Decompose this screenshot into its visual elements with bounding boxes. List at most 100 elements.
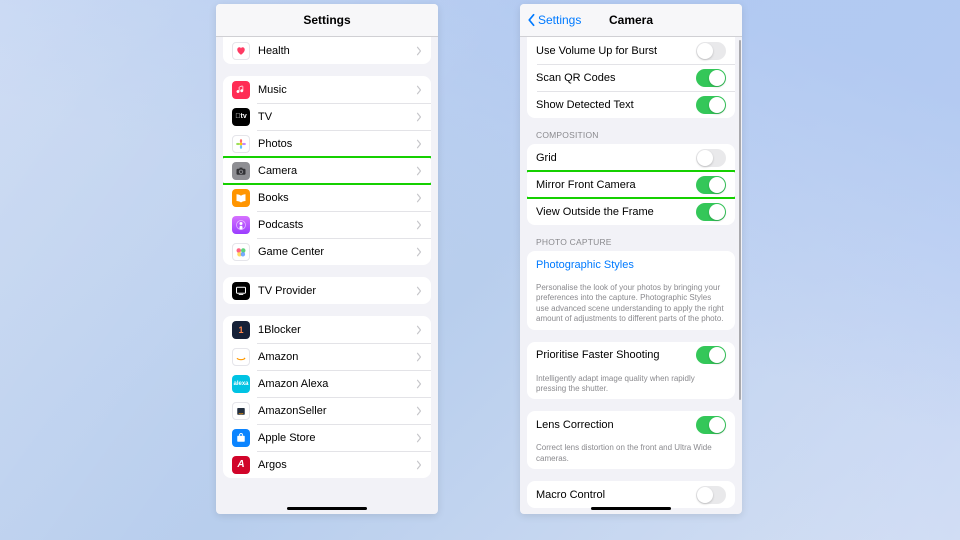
tv-icon: tv (232, 108, 250, 126)
row-label: Music (258, 84, 416, 96)
home-indicator[interactable] (287, 507, 367, 510)
scroll-track (739, 38, 741, 418)
row-macro[interactable]: Macro Control (527, 481, 735, 508)
volumeburst-toggle[interactable] (696, 42, 726, 60)
row-label: Camera (258, 165, 416, 177)
chevron-right-icon (416, 352, 422, 362)
navbar: Settings Camera (520, 4, 742, 37)
lenscorrect-toggle[interactable] (696, 416, 726, 434)
chevron-right-icon (416, 433, 422, 443)
chevron-right-icon (416, 247, 422, 257)
row-label: View Outside the Frame (536, 206, 696, 218)
row-gamecenter[interactable]: Game Center (223, 238, 431, 265)
row-label: Argos (258, 459, 416, 471)
settings-group: 11Blocker Amazon alexaAmazon Alexa AmazonSe… (223, 316, 431, 478)
settings-group: TV Provider (223, 277, 431, 304)
row-alexa[interactable]: alexaAmazon Alexa (223, 370, 431, 397)
row-amazon[interactable]: Amazon (223, 343, 431, 370)
row-outsideframe[interactable]: View Outside the Frame (527, 198, 735, 225)
chevron-right-icon (416, 220, 422, 230)
settings-group: Prioritise Faster Shooting Intelligently … (527, 342, 735, 400)
chevron-right-icon (416, 406, 422, 416)
row-label: Macro Control (536, 489, 696, 501)
row-mirror[interactable]: Mirror Front Camera (527, 171, 735, 198)
detectedtext-toggle[interactable] (696, 96, 726, 114)
row-detectedtext[interactable]: Show Detected Text (527, 91, 735, 118)
row-note: Intelligently adapt image quality when r… (527, 369, 735, 400)
nav-title: Camera (609, 13, 653, 27)
oneblocker-icon: 1 (232, 321, 250, 339)
row-label: Mirror Front Camera (536, 179, 696, 191)
row-camera[interactable]: Camera (223, 157, 431, 184)
row-label: AmazonSeller (258, 405, 416, 417)
argos-icon: A (232, 456, 250, 474)
chevron-right-icon (416, 139, 422, 149)
tvprovider-icon (232, 282, 250, 300)
chevron-right-icon (416, 325, 422, 335)
row-applestore[interactable]: Apple Store (223, 424, 431, 451)
row-label: TV (258, 111, 416, 123)
row-amazonseller[interactable]: AmazonSeller (223, 397, 431, 424)
chevron-right-icon (416, 193, 422, 203)
row-podcasts[interactable]: Podcasts (223, 211, 431, 238)
podcasts-icon (232, 216, 250, 234)
fastershoot-toggle[interactable] (696, 346, 726, 364)
row-lenscorrect[interactable]: Lens Correction (527, 411, 735, 438)
row-label: Amazon Alexa (258, 378, 416, 390)
scroll-thumb[interactable] (739, 40, 741, 400)
back-button[interactable]: Settings (526, 13, 581, 27)
books-icon (232, 189, 250, 207)
row-tvprovider[interactable]: TV Provider (223, 277, 431, 304)
applestore-icon (232, 429, 250, 447)
chevron-right-icon (416, 286, 422, 296)
settings-group: Health (223, 37, 431, 64)
row-music[interactable]: Music (223, 76, 431, 103)
row-photostyles[interactable]: Photographic Styles (527, 251, 735, 278)
row-fastershoot[interactable]: Prioritise Faster Shooting (527, 342, 735, 369)
health-icon (232, 42, 250, 60)
navbar: Settings (216, 4, 438, 37)
row-label: Prioritise Faster Shooting (536, 349, 696, 361)
row-label: Photographic Styles (536, 259, 726, 271)
camera-icon (232, 162, 250, 180)
macro-toggle[interactable] (696, 486, 726, 504)
back-label: Settings (538, 13, 581, 27)
settings-group: Music tv TV Photos Camera Books Podcasts Game … (223, 76, 431, 265)
settings-group: Photographic Styles Personalise the look … (527, 251, 735, 330)
chevron-left-icon (526, 13, 536, 27)
settings-list[interactable]: Health Music tv TV Photos Camera Books Podcast… (216, 37, 438, 514)
row-note: Personalise the look of your photos by b… (527, 278, 735, 330)
camera-settings-list[interactable]: Use Volume Up for Burst Scan QR Codes Show… (520, 37, 742, 514)
row-label: Game Center (258, 246, 416, 258)
mirror-toggle[interactable] (696, 176, 726, 194)
row-oneblocker[interactable]: 11Blocker (223, 316, 431, 343)
row-photos[interactable]: Photos (223, 130, 431, 157)
chevron-right-icon (416, 46, 422, 56)
chevron-right-icon (416, 85, 422, 95)
row-argos[interactable]: A Argos (223, 451, 431, 478)
row-volumeburst[interactable]: Use Volume Up for Burst (527, 37, 735, 64)
outsideframe-toggle[interactable] (696, 203, 726, 221)
amazon-icon (232, 348, 250, 366)
qr-toggle[interactable] (696, 69, 726, 87)
grid-toggle[interactable] (696, 149, 726, 167)
chevron-right-icon (416, 379, 422, 389)
row-health[interactable]: Health (223, 37, 431, 64)
nav-title: Settings (303, 13, 350, 27)
row-label: Scan QR Codes (536, 72, 696, 84)
row-label: Amazon (258, 351, 416, 363)
row-grid[interactable]: Grid (527, 144, 735, 171)
camera-settings-screen: Settings Camera Use Volume Up for BurstS… (520, 4, 742, 514)
row-label: Apple Store (258, 432, 416, 444)
home-indicator[interactable] (591, 507, 671, 510)
row-books[interactable]: Books (223, 184, 431, 211)
row-label: TV Provider (258, 285, 416, 297)
row-qr[interactable]: Scan QR Codes (527, 64, 735, 91)
row-label: Books (258, 192, 416, 204)
row-tv[interactable]: tv TV (223, 103, 431, 130)
chevron-right-icon (416, 460, 422, 470)
settings-group: Grid Mirror Front Camera View Outside the … (527, 144, 735, 225)
amazonseller-icon (232, 402, 250, 420)
settings-group: Use Volume Up for Burst Scan QR Codes Show… (527, 37, 735, 118)
row-label: Lens Correction (536, 419, 696, 431)
